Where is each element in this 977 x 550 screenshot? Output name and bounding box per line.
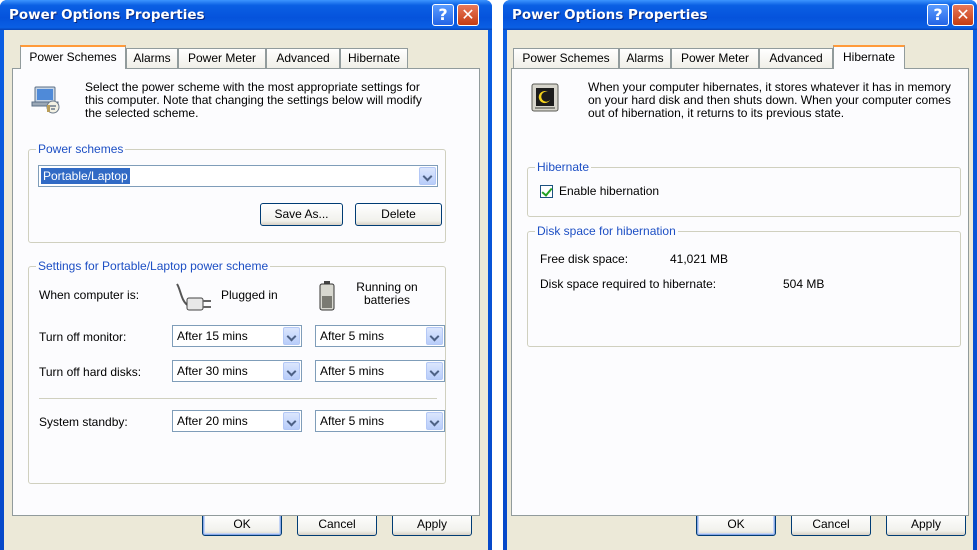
tab-panel-power-schemes: Select the power scheme with the most ap… xyxy=(12,68,480,516)
tab-hibernate[interactable]: Hibernate xyxy=(833,45,905,69)
intro-text: When your computer hibernates, it stores… xyxy=(588,80,951,120)
close-icon: ✕ xyxy=(461,5,475,24)
chevron-down-icon[interactable] xyxy=(426,412,443,430)
tab-alarms[interactable]: Alarms xyxy=(619,48,671,68)
tab-hibernate[interactable]: Hibernate xyxy=(340,48,408,68)
chevron-down-icon[interactable] xyxy=(283,327,300,345)
battery-icon xyxy=(319,281,335,311)
hibernate-legend: Hibernate xyxy=(535,160,592,174)
window-title: Power Options Properties xyxy=(512,7,708,23)
power-scheme-icon xyxy=(31,86,60,114)
disk-space-group: Disk space for hibernation Free disk spa… xyxy=(527,224,961,347)
monitor-battery-select[interactable]: After 5 mins xyxy=(315,325,445,347)
chevron-down-icon[interactable] xyxy=(426,327,443,345)
enable-hibernation-label[interactable]: Enable hibernation xyxy=(559,184,659,198)
close-button[interactable]: ✕ xyxy=(457,4,479,26)
tab-advanced[interactable]: Advanced xyxy=(759,48,833,68)
standby-battery-select[interactable]: After 5 mins xyxy=(315,410,445,432)
tab-power-meter[interactable]: Power Meter xyxy=(671,48,759,68)
apply-button[interactable]: Apply xyxy=(392,513,472,536)
close-button[interactable]: ✕ xyxy=(952,4,974,26)
apply-button[interactable]: Apply xyxy=(886,513,966,536)
chevron-down-icon[interactable] xyxy=(283,412,300,430)
delete-button[interactable]: Delete xyxy=(355,203,442,226)
tab-alarms[interactable]: Alarms xyxy=(126,48,178,68)
tab-power-meter[interactable]: Power Meter xyxy=(178,48,266,68)
power-plug-icon xyxy=(176,283,211,311)
ok-button[interactable]: OK xyxy=(202,513,282,536)
cancel-button[interactable]: Cancel xyxy=(297,513,377,536)
title-bar[interactable]: Power Options Properties ? ✕ xyxy=(503,0,977,30)
dialog-client-area: Power Schemes Alarms Power Meter Advance… xyxy=(4,30,488,550)
intro-text: Select the power scheme with the most ap… xyxy=(85,80,422,120)
help-button[interactable]: ? xyxy=(927,4,949,26)
monitor-battery-value: After 5 mins xyxy=(320,329,385,343)
when-computer-is-label: When computer is: xyxy=(39,288,140,302)
standby-plugged-value: After 20 mins xyxy=(177,414,248,428)
hard-disks-battery-value: After 5 mins xyxy=(320,364,385,378)
scheme-settings-group: Settings for Portable/Laptop power schem… xyxy=(28,259,446,484)
window-title: Power Options Properties xyxy=(9,7,205,23)
ok-button[interactable]: OK xyxy=(696,513,776,536)
monitor-plugged-select[interactable]: After 15 mins xyxy=(172,325,302,347)
tab-power-schemes[interactable]: Power Schemes xyxy=(513,48,619,68)
required-disk-space-value: 504 MB xyxy=(783,277,825,291)
hibernate-group: Hibernate Enable hibernation xyxy=(527,160,961,217)
system-standby-label: System standby: xyxy=(39,415,128,429)
scheme-settings-legend: Settings for Portable/Laptop power schem… xyxy=(36,259,271,273)
title-bar[interactable]: Power Options Properties ? ✕ xyxy=(0,0,492,30)
hibernate-icon xyxy=(531,83,559,112)
power-schemes-group: Power schemes Portable/Laptop Save As...… xyxy=(28,142,446,243)
chevron-down-icon[interactable] xyxy=(426,362,443,380)
standby-battery-value: After 5 mins xyxy=(320,414,385,428)
save-as-button[interactable]: Save As... xyxy=(260,203,343,226)
power-options-window-schemes: Power Options Properties ? ✕ Power Schem… xyxy=(0,0,492,550)
cancel-button[interactable]: Cancel xyxy=(791,513,871,536)
help-icon: ? xyxy=(438,5,448,24)
disk-space-legend: Disk space for hibernation xyxy=(535,224,678,238)
enable-hibernation-checkbox[interactable] xyxy=(540,185,553,198)
hard-disks-plugged-select[interactable]: After 30 mins xyxy=(172,360,302,382)
monitor-plugged-value: After 15 mins xyxy=(177,329,248,343)
tab-power-schemes[interactable]: Power Schemes xyxy=(20,45,126,69)
free-disk-space-value: 41,021 MB xyxy=(670,252,729,266)
turn-off-hard-disks-label: Turn off hard disks: xyxy=(39,365,142,379)
free-disk-space-label: Free disk space: xyxy=(540,252,629,266)
turn-off-monitor-label: Turn off monitor: xyxy=(39,330,127,344)
close-icon: ✕ xyxy=(956,5,970,24)
hard-disks-plugged-value: After 30 mins xyxy=(177,364,248,378)
chevron-down-icon[interactable] xyxy=(283,362,300,380)
help-button[interactable]: ? xyxy=(432,4,454,26)
tab-panel-hibernate: When your computer hibernates, it stores… xyxy=(511,68,969,516)
standby-plugged-select[interactable]: After 20 mins xyxy=(172,410,302,432)
tab-advanced[interactable]: Advanced xyxy=(266,48,340,68)
power-scheme-value: Portable/Laptop xyxy=(41,168,130,184)
settings-divider xyxy=(39,398,437,399)
plugged-in-label: Plugged in xyxy=(221,288,278,302)
chevron-down-icon[interactable] xyxy=(419,167,436,185)
help-icon: ? xyxy=(933,5,943,24)
running-on-batteries-label: Running on batteries xyxy=(356,280,418,307)
hard-disks-battery-select[interactable]: After 5 mins xyxy=(315,360,445,382)
power-options-window-hibernate: Power Options Properties ? ✕ Power Schem… xyxy=(503,0,977,550)
required-disk-space-label: Disk space required to hibernate: xyxy=(540,277,717,291)
power-schemes-legend: Power schemes xyxy=(36,142,126,156)
dialog-client-area: Power Schemes Alarms Power Meter Advance… xyxy=(507,30,973,550)
power-scheme-select[interactable]: Portable/Laptop xyxy=(38,165,438,187)
